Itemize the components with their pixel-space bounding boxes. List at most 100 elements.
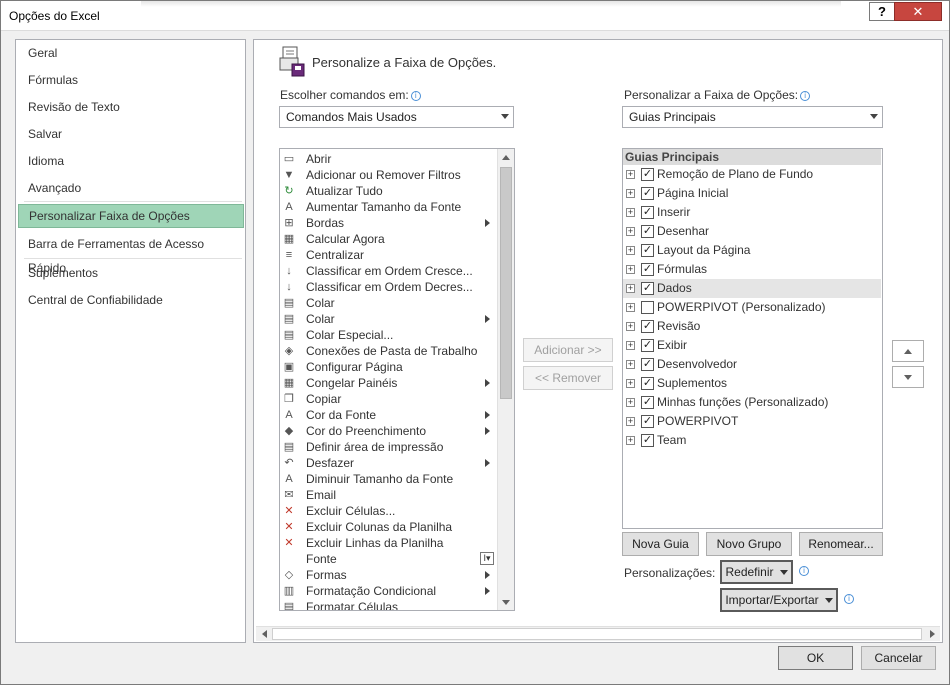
ribbon-tab-item[interactable]: + ✓ Team [623,431,881,450]
command-item[interactable]: ▤ Formatar Células [280,599,496,610]
tab-checkbox[interactable]: ✓ [641,263,654,276]
command-item[interactable]: ▤ Colar [280,311,496,327]
command-item[interactable]: ◆ Cor do Preenchimento [280,423,496,439]
ribbon-tab-item[interactable]: + ✓ Dados [623,279,881,298]
command-item[interactable]: ✕ Excluir Células... [280,503,496,519]
expand-icon[interactable]: + [626,360,635,369]
tab-checkbox[interactable]: ✓ [641,282,654,295]
tab-checkbox[interactable]: ✓ [641,320,654,333]
expand-icon[interactable]: + [626,265,635,274]
expand-icon[interactable]: + [626,246,635,255]
expand-icon[interactable]: + [626,379,635,388]
ribbon-tab-item[interactable]: + ✓ Suplementos [623,374,881,393]
tab-checkbox[interactable]: ✓ [641,434,654,447]
expand-icon[interactable]: + [626,227,635,236]
horizontal-scrollbar[interactable] [256,626,940,641]
command-item[interactable]: ▼ Adicionar ou Remover Filtros [280,167,496,183]
command-item[interactable]: A Aumentar Tamanho da Fonte [280,199,496,215]
nav-item-salvar[interactable]: Salvar [18,122,244,146]
tab-checkbox[interactable] [641,301,654,314]
reset-button[interactable]: Redefinir [720,560,793,584]
nav-item-geral[interactable]: Geral [18,41,244,65]
tab-checkbox[interactable]: ✓ [641,244,654,257]
command-item[interactable]: ▦ Calcular Agora [280,231,496,247]
command-item[interactable]: ↻ Atualizar Tudo [280,183,496,199]
command-item[interactable]: ✕ Excluir Linhas da Planilha [280,535,496,551]
ribbon-tab-item[interactable]: + ✓ POWERPIVOT [623,412,881,431]
expand-icon[interactable]: + [626,170,635,179]
command-item[interactable]: ▭ Abrir [280,151,496,167]
ribbon-tab-item[interactable]: + ✓ Desenhar [623,222,881,241]
command-item[interactable]: ▤ Definir área de impressão [280,439,496,455]
nav-item-central-confiabilidade[interactable]: Central de Confiabilidade [18,288,244,312]
tab-checkbox[interactable]: ✓ [641,206,654,219]
ribbon-tab-item[interactable]: + ✓ Layout da Página [623,241,881,260]
tab-checkbox[interactable]: ✓ [641,225,654,238]
ribbon-tab-item[interactable]: + POWERPIVOT (Personalizado) [623,298,881,317]
ribbon-tab-item[interactable]: + ✓ Inserir [623,203,881,222]
expand-icon[interactable]: + [626,341,635,350]
command-item[interactable]: A Cor da Fonte [280,407,496,423]
info-icon[interactable]: i [844,594,854,604]
command-item[interactable]: ▤ Colar Especial... [280,327,496,343]
expand-icon[interactable]: + [626,398,635,407]
new-tab-button[interactable]: Nova Guia [622,532,699,556]
close-button[interactable]: ✕ [894,2,942,21]
nav-item-personalizar-faixa[interactable]: Personalizar Faixa de Opções [18,204,244,228]
expand-icon[interactable]: + [626,417,635,426]
ribbon-tab-item[interactable]: + ✓ Página Inicial [623,184,881,203]
move-down-button[interactable] [892,366,924,388]
command-item[interactable]: ↶ Desfazer [280,455,496,471]
scroll-down-button[interactable] [498,594,514,610]
move-up-button[interactable] [892,340,924,362]
remove-button[interactable]: << Remover [523,366,613,390]
command-item[interactable]: ▣ Configurar Página [280,359,496,375]
tab-checkbox[interactable]: ✓ [641,415,654,428]
choose-commands-dropdown[interactable]: Comandos Mais Usados [279,106,514,128]
scroll-thumb[interactable] [272,628,922,640]
tab-checkbox[interactable]: ✓ [641,168,654,181]
ribbon-tab-item[interactable]: + ✓ Revisão [623,317,881,336]
tab-checkbox[interactable]: ✓ [641,396,654,409]
customize-ribbon-dropdown[interactable]: Guias Principais [622,106,883,128]
command-item[interactable]: ✉ Email [280,487,496,503]
command-item[interactable]: ◇ Formas [280,567,496,583]
tab-checkbox[interactable]: ✓ [641,187,654,200]
nav-item-idioma[interactable]: Idioma [18,149,244,173]
import-export-button[interactable]: Importar/Exportar [720,588,838,612]
cancel-button[interactable]: Cancelar [861,646,936,670]
commands-scrollbar[interactable] [497,149,514,610]
command-item[interactable]: ▤ Colar [280,295,496,311]
tab-checkbox[interactable]: ✓ [641,377,654,390]
ribbon-tab-item[interactable]: + ✓ Remoção de Plano de Fundo [623,165,881,184]
expand-icon[interactable]: + [626,284,635,293]
add-button[interactable]: Adicionar >> [523,338,613,362]
scroll-up-button[interactable] [498,149,514,165]
command-item[interactable]: ↓ Classificar em Ordem Decres... [280,279,496,295]
command-item[interactable]: ❐ Copiar [280,391,496,407]
ok-button[interactable]: OK [778,646,853,670]
nav-item-revisao-texto[interactable]: Revisão de Texto [18,95,244,119]
scroll-right-button[interactable] [924,626,940,642]
command-item[interactable]: ⊞ Bordas [280,215,496,231]
ribbon-tab-item[interactable]: + ✓ Fórmulas [623,260,881,279]
expand-icon[interactable]: + [626,322,635,331]
expand-icon[interactable]: + [626,436,635,445]
rename-button[interactable]: Renomear... [799,532,883,556]
command-item[interactable]: ◈ Conexões de Pasta de Trabalho [280,343,496,359]
command-item[interactable]: ▦ Congelar Painéis [280,375,496,391]
new-group-button[interactable]: Novo Grupo [706,532,792,556]
tab-checkbox[interactable]: ✓ [641,339,654,352]
command-item[interactable]: A Diminuir Tamanho da Fonte [280,471,496,487]
info-icon[interactable]: i [410,91,421,101]
nav-item-formulas[interactable]: Fórmulas [18,68,244,92]
expand-icon[interactable]: + [626,208,635,217]
scroll-thumb[interactable] [500,167,512,399]
expand-icon[interactable]: + [626,189,635,198]
command-item[interactable]: ≡ Centralizar [280,247,496,263]
command-item[interactable]: ▥ Formatação Condicional [280,583,496,599]
ribbon-tab-item[interactable]: + ✓ Desenvolvedor [623,355,881,374]
nav-item-avancado[interactable]: Avançado [18,176,244,200]
info-icon[interactable]: i [800,91,811,101]
scroll-left-button[interactable] [256,626,272,642]
